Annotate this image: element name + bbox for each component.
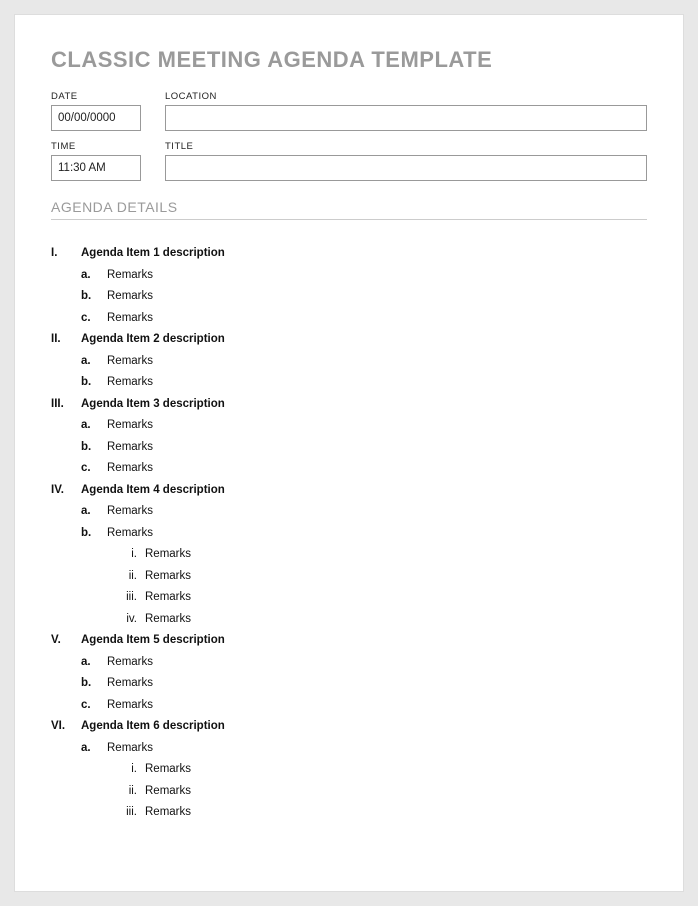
agenda-subsubitem: i.Remarks [51,762,647,778]
agenda-subitem: b.Remarks [51,440,647,456]
date-input[interactable] [51,105,141,131]
list-marker: i. [117,547,145,563]
list-text: Agenda Item 6 description [81,719,225,735]
list-text: Remarks [107,461,153,477]
agenda-item: I.Agenda Item 1 description [51,246,647,262]
list-text: Remarks [107,289,153,305]
list-text: Remarks [107,504,153,520]
list-marker: b. [81,676,107,692]
document-page: CLASSIC MEETING AGENDA TEMPLATE DATE LOC… [14,14,684,892]
agenda-subitem: c.Remarks [51,698,647,714]
list-text: Remarks [107,526,153,542]
list-text: Remarks [107,676,153,692]
list-marker: i. [117,762,145,778]
agenda-subitem: b.Remarks [51,375,647,391]
location-input[interactable] [165,105,647,131]
title-input[interactable] [165,155,647,181]
agenda-subitem: b.Remarks [51,676,647,692]
list-text: Remarks [145,612,191,628]
agenda-subitem: b.Remarks [51,289,647,305]
list-marker: IV. [51,483,81,499]
list-text: Remarks [107,418,153,434]
list-marker: II. [51,332,81,348]
time-label: TIME [51,141,141,152]
list-marker: b. [81,526,107,542]
list-text: Remarks [107,698,153,714]
agenda-subsubitem: ii.Remarks [51,784,647,800]
list-marker: V. [51,633,81,649]
list-text: Remarks [107,375,153,391]
list-text: Remarks [107,311,153,327]
list-text: Agenda Item 5 description [81,633,225,649]
page-title: CLASSIC MEETING AGENDA TEMPLATE [51,47,647,73]
agenda-subitem: c.Remarks [51,311,647,327]
agenda-list: I.Agenda Item 1 descriptiona.Remarksb.Re… [51,246,647,821]
list-marker: a. [81,268,107,284]
location-field-group: LOCATION [165,91,647,131]
agenda-subitem: a.Remarks [51,504,647,520]
list-text: Remarks [145,547,191,563]
agenda-subitem: c.Remarks [51,461,647,477]
list-marker: ii. [117,784,145,800]
list-text: Remarks [107,440,153,456]
list-marker: III. [51,397,81,413]
list-marker: a. [81,504,107,520]
agenda-subsubitem: i.Remarks [51,547,647,563]
list-marker: c. [81,461,107,477]
list-marker: ii. [117,569,145,585]
list-text: Agenda Item 2 description [81,332,225,348]
agenda-subsubitem: iii.Remarks [51,805,647,821]
agenda-item: II.Agenda Item 2 description [51,332,647,348]
list-text: Remarks [145,805,191,821]
list-marker: iv. [117,612,145,628]
list-text: Remarks [107,268,153,284]
agenda-item: IV.Agenda Item 4 description [51,483,647,499]
date-field-group: DATE [51,91,141,131]
time-field-group: TIME [51,141,141,181]
list-marker: iii. [117,805,145,821]
agenda-subitem: a.Remarks [51,655,647,671]
list-marker: I. [51,246,81,262]
list-text: Remarks [145,569,191,585]
title-label: TITLE [165,141,647,152]
form-row-1: DATE LOCATION [51,91,647,131]
list-text: Agenda Item 1 description [81,246,225,262]
list-text: Remarks [107,354,153,370]
agenda-subitem: a.Remarks [51,741,647,757]
list-marker: b. [81,440,107,456]
list-text: Remarks [145,590,191,606]
agenda-subitem: b.Remarks [51,526,647,542]
agenda-item: III.Agenda Item 3 description [51,397,647,413]
list-marker: VI. [51,719,81,735]
list-text: Remarks [145,784,191,800]
list-marker: b. [81,375,107,391]
list-marker: c. [81,311,107,327]
list-text: Remarks [107,741,153,757]
agenda-subsubitem: iv.Remarks [51,612,647,628]
list-marker: iii. [117,590,145,606]
list-marker: a. [81,418,107,434]
title-field-group: TITLE [165,141,647,181]
agenda-subitem: a.Remarks [51,418,647,434]
list-marker: a. [81,354,107,370]
agenda-subsubitem: ii.Remarks [51,569,647,585]
agenda-subsubitem: iii.Remarks [51,590,647,606]
agenda-subitem: a.Remarks [51,268,647,284]
agenda-item: V.Agenda Item 5 description [51,633,647,649]
list-text: Remarks [107,655,153,671]
list-text: Remarks [145,762,191,778]
time-input[interactable] [51,155,141,181]
list-text: Agenda Item 3 description [81,397,225,413]
location-label: LOCATION [165,91,647,102]
list-marker: b. [81,289,107,305]
list-marker: a. [81,741,107,757]
date-label: DATE [51,91,141,102]
agenda-subitem: a.Remarks [51,354,647,370]
agenda-item: VI.Agenda Item 6 description [51,719,647,735]
form-row-2: TIME TITLE [51,141,647,181]
list-marker: a. [81,655,107,671]
list-marker: c. [81,698,107,714]
list-text: Agenda Item 4 description [81,483,225,499]
section-heading: AGENDA DETAILS [51,199,647,220]
